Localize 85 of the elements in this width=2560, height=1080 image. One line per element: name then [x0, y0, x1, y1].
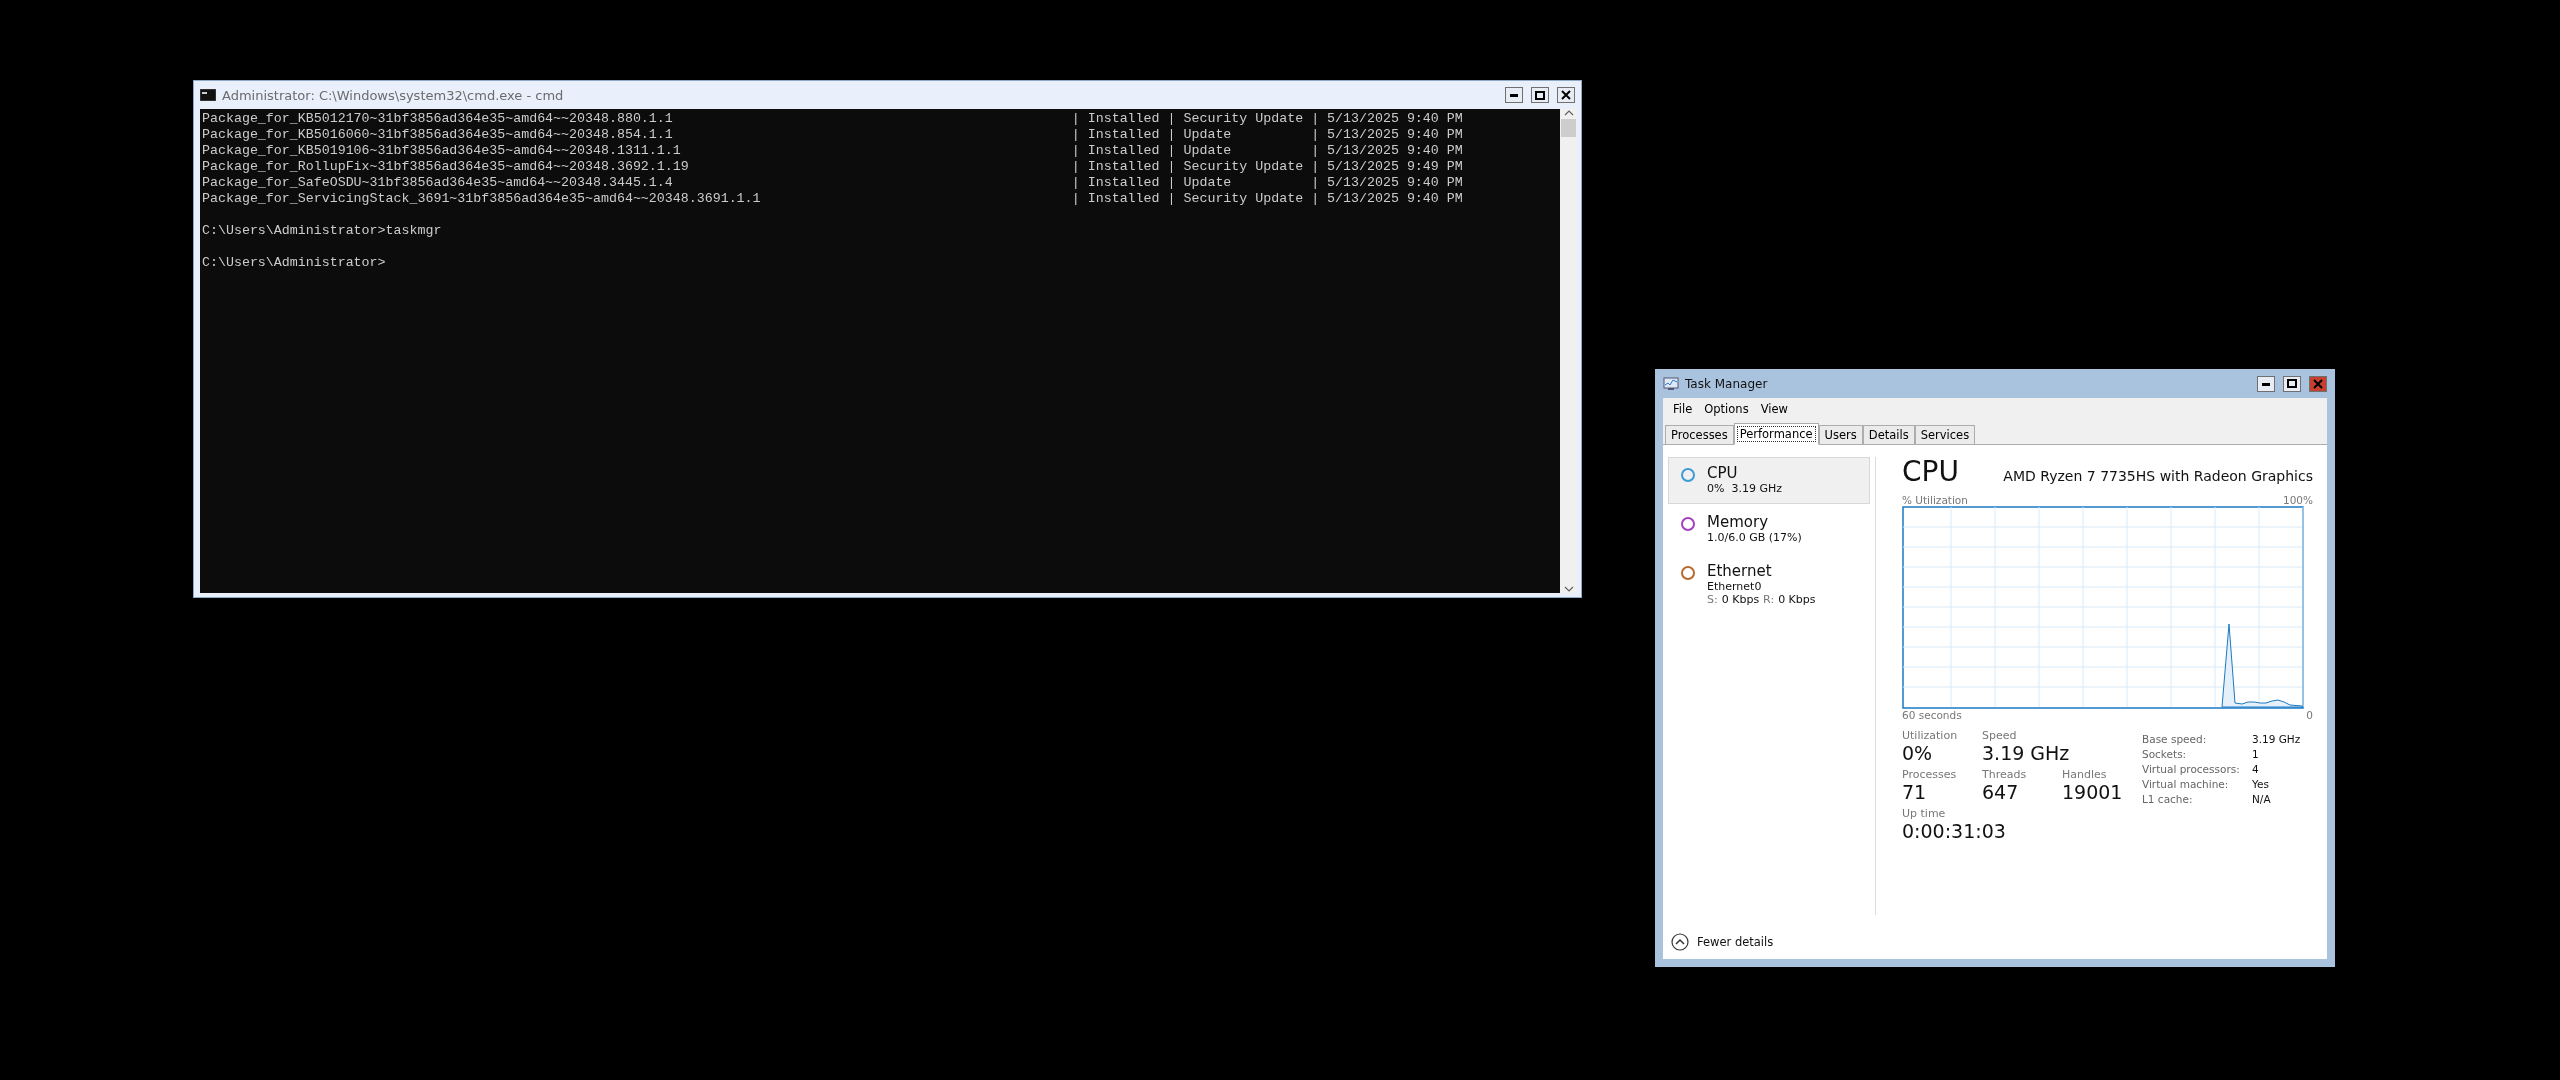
scrollbar[interactable]: [1560, 109, 1577, 593]
package-name: Package_for_KB5019106~31bf3856ad364e35~amd64~~20348.1311.1.1: [202, 143, 682, 159]
axis-label: 100%: [2282, 494, 2313, 506]
detail-value: 3.19 GHz: [2252, 733, 2301, 745]
maximize-button[interactable]: [1531, 87, 1549, 103]
menu-item[interactable]: View: [1756, 402, 1792, 416]
resource-item[interactable]: Ethernet Ethernet0 S: 0 Kbps R: 0 Kbps: [1668, 555, 1870, 615]
package-details: | Installed | Security Update | 5/13/2025 9:49 PM: [1071, 159, 1463, 175]
package-name: Package_for_KB5016060~31bf3856ad364e35~amd64~~20348.854.1.1: [202, 127, 674, 143]
package-details: | Installed | Update | 5/13/2025 9:40 PM: [1071, 143, 1463, 159]
detail-value: 1: [2252, 748, 2260, 760]
tab[interactable]: Users: [1818, 425, 1863, 444]
window-title: Task Manager: [1685, 376, 1768, 391]
stat-label: Up time: [1902, 807, 1947, 820]
resource-item[interactable]: CPU 0% 3.19 GHz: [1668, 457, 1870, 504]
scroll-up-icon: [1563, 109, 1574, 117]
rate-label: R:: [1763, 593, 1775, 606]
maximize-button[interactable]: [2283, 375, 2301, 392]
tab[interactable]: Performance: [1733, 423, 1819, 445]
stat-label: Speed: [1982, 729, 2018, 742]
package-name: Package_for_SafeOSDU~31bf3856ad364e35~amd64~~20348.3445.1.4: [202, 175, 674, 191]
detail-label: Virtual machine:: [2142, 778, 2230, 790]
package-details: | Installed | Update | 5/13/2025 9:40 PM: [1071, 175, 1463, 191]
collapse-icon: [1671, 933, 1689, 951]
stat-value: 3.19 GHz: [1982, 742, 2070, 764]
stat-value: 647: [1982, 781, 2020, 803]
scroll-down-icon: [1563, 585, 1574, 593]
package-details: | Installed | Security Update | 5/13/2025 9:40 PM: [1071, 191, 1463, 207]
minimize-button[interactable]: [2257, 375, 2275, 392]
graph-heading: CPU: [1902, 455, 1959, 488]
stat-label: Threads: [1982, 768, 2028, 781]
stat-label: Handles: [2062, 768, 2108, 781]
stat-label: Processes: [1902, 768, 1958, 781]
package-details: | Installed | Security Update | 5/13/2025 9:40 PM: [1071, 111, 1463, 127]
detail-label: Base speed:: [2142, 733, 2208, 745]
tab[interactable]: Services: [1914, 425, 1976, 444]
detail-label: L1 cache:: [2142, 793, 2194, 805]
resource-item[interactable]: Memory 1.0/6.0 GB (17%): [1668, 506, 1870, 553]
stat-label: Utilization: [1902, 729, 1959, 742]
stat-value: 0:00:31:03: [1902, 820, 2006, 842]
maximize-icon: [2287, 379, 2297, 388]
processor-model: AMD Ryzen 7 7735HS with Radeon Graphics: [2003, 468, 2313, 484]
menu-item[interactable]: Options: [1700, 402, 1753, 416]
axis-label: % Utilization: [1902, 494, 1968, 506]
resource-name: CPU: [1707, 464, 1739, 482]
tab[interactable]: Details: [1862, 425, 1915, 444]
fewer-details-link[interactable]: Fewer details: [1697, 935, 1774, 949]
tab[interactable]: Processes: [1665, 425, 1734, 444]
package-name: Package_for_ServicingStack_3691~31bf3856ad364e35~amd64~~20348.3691.1.1: [202, 191, 762, 207]
detail-label: Virtual processors:: [2142, 763, 2241, 775]
resource-name: Memory: [1707, 513, 1769, 531]
package-details: | Installed | Update | 5/13/2025 9:40 PM: [1071, 127, 1463, 143]
rate-label: S:: [1707, 593, 1718, 606]
close-icon: [2313, 378, 2323, 389]
rate-value: 0 Kbps: [1721, 593, 1760, 606]
stat-value: 71: [1902, 781, 1928, 803]
resource-summary: Ethernet0: [1707, 580, 1763, 593]
menu-item[interactable]: File: [1669, 402, 1697, 416]
rate-value: 0 Kbps: [1778, 593, 1816, 606]
axis-label: 0: [2306, 709, 2313, 721]
minimize-icon: [2261, 381, 2271, 386]
close-button[interactable]: [1557, 87, 1575, 103]
package-name: Package_for_KB5012170~31bf3856ad364e35~amd64~~20348.880.1.1: [202, 111, 674, 127]
minimize-icon: [1509, 93, 1519, 97]
detail-value: N/A: [2252, 793, 2272, 805]
package-name: Package_for_RollupFix~31bf3856ad364e35~amd64~~20348.3692.1.19: [202, 159, 690, 175]
scrollbar-thumb[interactable]: [1561, 119, 1576, 137]
close-button[interactable]: [2309, 375, 2327, 392]
window-title: Administrator: C:\Windows\system32\cmd.exe - cmd: [222, 87, 564, 103]
console-icon: [200, 89, 216, 101]
detail-label: Sockets:: [2142, 748, 2188, 760]
command-prompt: C:\Users\Administrator>: [202, 255, 386, 271]
maximize-icon: [1535, 90, 1545, 100]
monitor-chart-icon: [1663, 376, 1679, 391]
command-prompt: C:\Users\Administrator>taskmgr: [202, 223, 442, 239]
stat-value: 19001: [2062, 781, 2124, 803]
stat-value: 0%: [1902, 742, 1934, 764]
minimize-button[interactable]: [1505, 87, 1523, 103]
resource-summary: 1.0/6.0 GB (17%): [1707, 531, 1802, 544]
resource-name: Ethernet: [1707, 562, 1773, 580]
detail-value: 4: [2252, 763, 2260, 775]
close-icon: [1561, 90, 1571, 100]
detail-value: Yes: [2252, 778, 2270, 790]
axis-label: 60 seconds: [1902, 709, 1962, 721]
resource-summary: 0% 3.19 GHz: [1707, 482, 1782, 495]
